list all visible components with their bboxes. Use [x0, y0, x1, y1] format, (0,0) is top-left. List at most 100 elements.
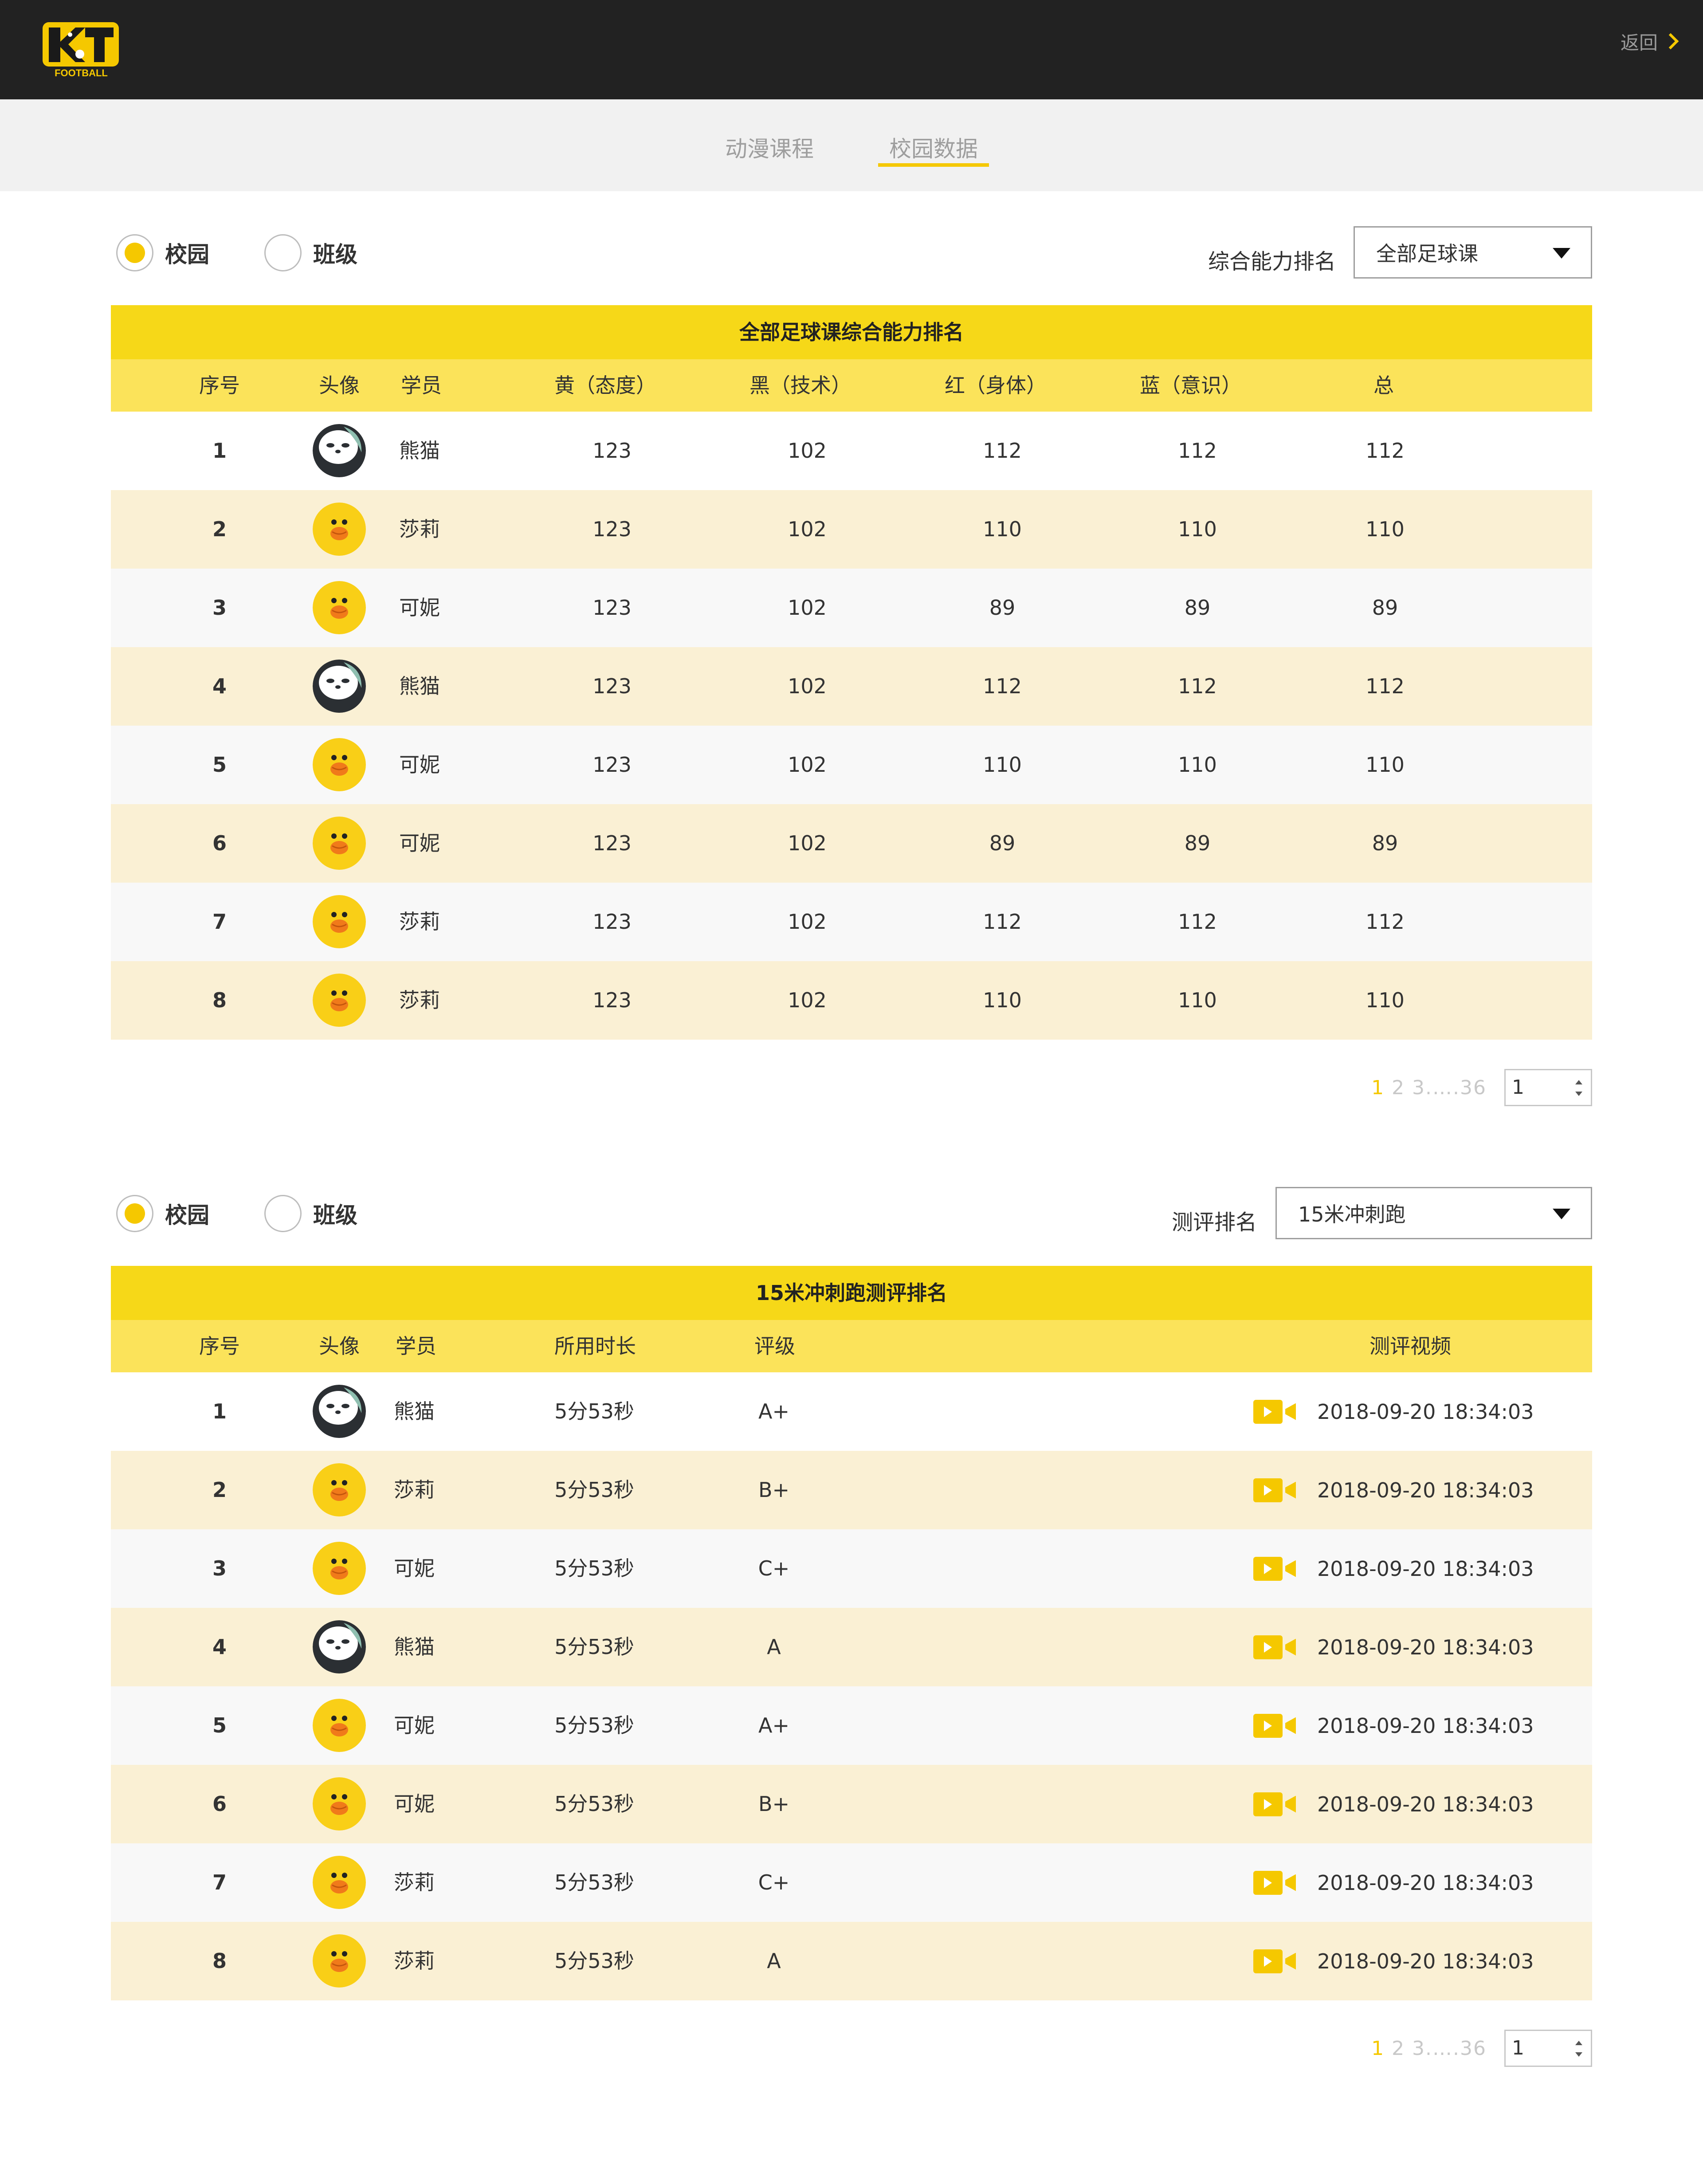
logo-text: FOOTBALL [55, 67, 108, 79]
table-row[interactable]: 2 莎莉 123 102 110 110 110 [111, 490, 1592, 569]
page-links[interactable]: 1 2 3.….36 [1371, 1076, 1487, 1099]
score-yellow: 123 [593, 596, 632, 620]
tab-campus-data[interactable]: 校园数据 [878, 131, 989, 167]
table-row[interactable]: 1 熊猫 123 102 112 112 112 [111, 412, 1592, 490]
page-jump-input[interactable]: 1 [1504, 2030, 1592, 2067]
radio-campus[interactable]: 校园 [116, 234, 209, 271]
student-name: 可妮 [399, 753, 440, 777]
radio-class[interactable]: 班级 [264, 234, 357, 271]
score-total: 112 [1366, 439, 1405, 463]
video-camera-icon[interactable] [1253, 1399, 1296, 1424]
table-row[interactable]: 8 莎莉 5分53秒 A 2018-09-20 18:34:03 [111, 1922, 1592, 2000]
video-timestamp: 2018-09-20 18:34:03 [1317, 1478, 1534, 1502]
chick-avatar [313, 503, 366, 556]
video-camera-icon[interactable] [1253, 1478, 1296, 1502]
table-row[interactable]: 8 莎莉 123 102 110 110 110 [111, 961, 1592, 1040]
table-row[interactable]: 3 可妮 5分53秒 C+ 2018-09-20 18:34:03 [111, 1529, 1592, 1608]
caret-down-icon [1553, 248, 1570, 259]
video-camera-icon[interactable] [1253, 1870, 1296, 1895]
score-black: 102 [788, 674, 827, 698]
student-name: 熊猫 [399, 674, 440, 698]
chick-avatar [313, 1542, 366, 1595]
video-link[interactable]: 2018-09-20 18:34:03 [1253, 1686, 1534, 1765]
student-name: 莎莉 [394, 1478, 435, 1502]
kt-football-logo[interactable]: FOOTBALL [39, 20, 123, 80]
table-body: 1 熊猫 123 102 112 112 112 2 莎莉 123 102 110 110 110 3 可妮 1… [111, 412, 1592, 1040]
score-yellow: 123 [593, 753, 632, 777]
score-total: 89 [1372, 596, 1398, 620]
video-timestamp: 2018-09-20 18:34:03 [1317, 1399, 1534, 1424]
header-no: 序号 [199, 373, 240, 397]
video-link[interactable]: 2018-09-20 18:34:03 [1253, 1451, 1534, 1529]
sprint-controls: 校园 班级 测评排名 15米冲刺跑 [111, 1187, 1592, 1239]
test-select[interactable]: 15米冲刺跑 [1275, 1187, 1592, 1239]
video-link[interactable]: 2018-09-20 18:34:03 [1253, 1529, 1534, 1608]
video-camera-icon[interactable] [1253, 1713, 1296, 1738]
video-timestamp: 2018-09-20 18:34:03 [1317, 1713, 1534, 1738]
video-link[interactable]: 2018-09-20 18:34:03 [1253, 1608, 1534, 1686]
table-row[interactable]: 5 可妮 5分53秒 A+ 2018-09-20 18:34:03 [111, 1686, 1592, 1765]
video-camera-icon[interactable] [1253, 1792, 1296, 1816]
table-row[interactable]: 1 熊猫 5分53秒 A+ 2018-09-20 18:34:03 [111, 1372, 1592, 1451]
chevron-right-icon [1662, 33, 1679, 50]
row-number: 6 [212, 831, 227, 855]
page-jump-input[interactable]: 1 [1504, 1069, 1592, 1106]
table-row[interactable]: 2 莎莉 5分53秒 B+ 2018-09-20 18:34:03 [111, 1451, 1592, 1529]
current-page[interactable]: 1 [1371, 2037, 1385, 2060]
video-camera-icon[interactable] [1253, 1556, 1296, 1581]
page-numbers[interactable]: 2 3.….36 [1385, 1076, 1487, 1099]
student-name: 莎莉 [399, 988, 440, 1012]
panda-avatar [313, 424, 366, 477]
table-row[interactable]: 6 可妮 5分53秒 B+ 2018-09-20 18:34:03 [111, 1765, 1592, 1843]
table-header: 序号 头像 学员 黄（态度） 黑（技术） 红（身体） 蓝（意识） 总 [111, 359, 1592, 412]
chick-avatar [313, 1856, 366, 1909]
tab-label: 动漫课程 [725, 136, 814, 162]
video-camera-icon[interactable] [1253, 1635, 1296, 1659]
table-row[interactable]: 7 莎莉 5分53秒 C+ 2018-09-20 18:34:03 [111, 1843, 1592, 1922]
header-red: 红（身体） [945, 373, 1047, 397]
video-camera-icon[interactable] [1253, 1949, 1296, 1973]
video-link[interactable]: 2018-09-20 18:34:03 [1253, 1843, 1534, 1922]
table-row[interactable]: 3 可妮 123 102 89 89 89 [111, 569, 1592, 647]
panda-avatar [313, 660, 366, 713]
score-total: 110 [1366, 517, 1405, 541]
radio-class[interactable]: 班级 [264, 1195, 357, 1232]
row-number: 3 [212, 1556, 227, 1580]
row-number: 2 [212, 517, 227, 541]
tab-animation-course[interactable]: 动漫课程 [723, 131, 816, 167]
score-black: 102 [788, 988, 827, 1012]
video-timestamp: 2018-09-20 18:34:03 [1317, 1556, 1534, 1581]
grade: B+ [758, 1792, 790, 1816]
table-row[interactable]: 7 莎莉 123 102 112 112 112 [111, 883, 1592, 961]
stepper-icon[interactable] [1573, 2039, 1585, 2058]
score-blue: 112 [1178, 910, 1217, 934]
current-page[interactable]: 1 [1371, 1076, 1385, 1099]
video-link[interactable]: 2018-09-20 18:34:03 [1253, 1372, 1534, 1451]
table-row[interactable]: 5 可妮 123 102 110 110 110 [111, 726, 1592, 804]
row-number: 4 [212, 1635, 227, 1659]
page-links[interactable]: 1 2 3.….36 [1371, 2037, 1487, 2060]
stepper-icon[interactable] [1573, 1078, 1585, 1098]
row-number: 1 [212, 439, 227, 463]
table-row[interactable]: 6 可妮 123 102 89 89 89 [111, 804, 1592, 883]
course-select[interactable]: 全部足球课 [1354, 226, 1592, 279]
score-blue: 112 [1178, 439, 1217, 463]
header-no: 序号 [199, 1334, 240, 1358]
score-red: 110 [983, 988, 1022, 1012]
video-timestamp: 2018-09-20 18:34:03 [1317, 1949, 1534, 1973]
back-label: 返回 [1620, 31, 1658, 54]
page-numbers[interactable]: 2 3.….36 [1385, 2037, 1487, 2060]
table-row[interactable]: 4 熊猫 5分53秒 A 2018-09-20 18:34:03 [111, 1608, 1592, 1686]
score-total: 112 [1366, 674, 1405, 698]
duration: 5分53秒 [554, 1635, 634, 1659]
grade: A [767, 1949, 781, 1973]
student-name: 莎莉 [394, 1870, 435, 1894]
score-black: 102 [788, 753, 827, 777]
radio-campus[interactable]: 校园 [116, 1195, 209, 1232]
video-link[interactable]: 2018-09-20 18:34:03 [1253, 1922, 1534, 2000]
table-row[interactable]: 4 熊猫 123 102 112 112 112 [111, 647, 1592, 726]
video-link[interactable]: 2018-09-20 18:34:03 [1253, 1765, 1534, 1843]
back-button[interactable]: 返回 [1620, 30, 1679, 54]
header-black: 黑（技术） [749, 373, 852, 397]
row-number: 8 [212, 988, 227, 1012]
